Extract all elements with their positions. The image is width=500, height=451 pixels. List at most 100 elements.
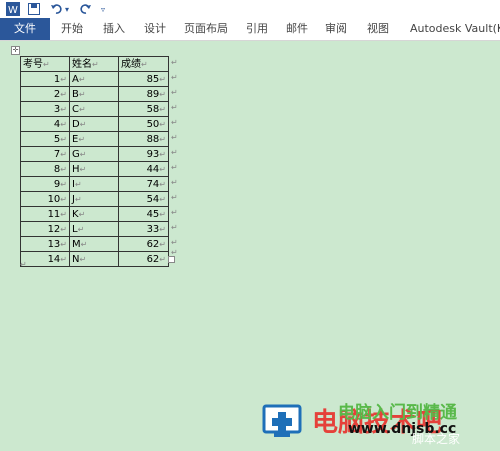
table-cell[interactable]: L↵ bbox=[69, 221, 119, 237]
table-row: 14↵ N↵ 62↵ bbox=[20, 251, 169, 267]
table-cell[interactable]: 7↵ bbox=[20, 146, 70, 162]
computer-logo-icon bbox=[262, 404, 302, 437]
table-cell[interactable]: C↵ bbox=[69, 101, 119, 117]
table-cell[interactable]: 13↵ bbox=[20, 236, 70, 252]
table-cell[interactable]: 54↵ bbox=[118, 191, 169, 207]
table-cell[interactable]: G↵ bbox=[69, 146, 119, 162]
tab-autodesk-vault[interactable]: Autodesk Vault(K) bbox=[410, 18, 500, 40]
table-cell[interactable]: K↵ bbox=[69, 206, 119, 222]
table-cell[interactable]: 88↵ bbox=[118, 131, 169, 147]
table-cell[interactable]: 10↵ bbox=[20, 191, 70, 207]
row-end-mark: ↵ bbox=[171, 248, 178, 257]
table-cell[interactable]: 58↵ bbox=[118, 101, 169, 117]
cell-end-mark: ↵ bbox=[159, 89, 166, 99]
table-cell[interactable]: 89↵ bbox=[118, 86, 169, 102]
redo-icon[interactable] bbox=[79, 1, 93, 17]
table-row: 2↵ B↵ 89↵ bbox=[20, 86, 169, 102]
cell-end-mark: ↵ bbox=[60, 149, 67, 159]
cell-end-mark: ↵ bbox=[159, 254, 166, 264]
cell-end-mark: ↵ bbox=[159, 104, 166, 114]
cell-end-mark: ↵ bbox=[43, 59, 50, 69]
table-cell[interactable]: 11↵ bbox=[20, 206, 70, 222]
save-icon[interactable] bbox=[27, 1, 41, 17]
cell-end-mark: ↵ bbox=[78, 134, 86, 144]
cell-end-mark: ↵ bbox=[77, 224, 85, 234]
table-cell[interactable]: B↵ bbox=[69, 86, 119, 102]
quick-access-toolbar: W ▾ ▿ bbox=[0, 0, 500, 18]
cell-end-mark: ↵ bbox=[60, 164, 67, 174]
table-cell[interactable]: H↵ bbox=[69, 161, 119, 177]
table-move-handle[interactable]: ✛ bbox=[11, 46, 20, 55]
tab-home[interactable]: 开始 bbox=[61, 18, 83, 40]
table-cell[interactable]: M↵ bbox=[69, 236, 119, 252]
cell-value: 62 bbox=[146, 253, 160, 265]
tab-insert[interactable]: 插入 bbox=[103, 18, 125, 40]
table-cell[interactable]: 14↵ bbox=[20, 251, 70, 267]
cell-end-mark: ↵ bbox=[159, 224, 166, 234]
tab-file[interactable]: 文件 bbox=[0, 18, 50, 40]
paragraph-mark: ↵ bbox=[20, 260, 27, 269]
table-row: 12↵ L↵ 33↵ bbox=[20, 221, 169, 237]
row-end-mark: ↵ bbox=[171, 238, 178, 247]
table-cell[interactable]: 33↵ bbox=[118, 221, 169, 237]
header-label: 考号 bbox=[23, 58, 43, 70]
cell-end-mark: ↵ bbox=[159, 179, 166, 189]
tab-references[interactable]: 引用 bbox=[246, 18, 268, 40]
tab-view[interactable]: 视图 bbox=[367, 18, 389, 40]
table-cell[interactable]: 74↵ bbox=[118, 176, 169, 192]
table-cell[interactable]: 62↵ bbox=[118, 236, 169, 252]
table-cell[interactable]: 93↵ bbox=[118, 146, 169, 162]
table-row: 8↵ H↵ 44↵ bbox=[20, 161, 169, 177]
table-resize-handle[interactable] bbox=[168, 256, 175, 263]
table-cell[interactable]: 9↵ bbox=[20, 176, 70, 192]
cell-value: D bbox=[72, 118, 80, 130]
cell-end-mark: ↵ bbox=[60, 179, 67, 189]
table-header-cell[interactable]: 成绩↵ bbox=[118, 56, 169, 72]
customize-icon[interactable]: ▿ bbox=[99, 1, 107, 17]
table-cell[interactable]: 44↵ bbox=[118, 161, 169, 177]
table-header-cell[interactable]: 姓名↵ bbox=[69, 56, 119, 72]
table-cell[interactable]: 3↵ bbox=[20, 101, 70, 117]
cell-end-mark: ↵ bbox=[60, 119, 67, 129]
table-cell[interactable]: I↵ bbox=[69, 176, 119, 192]
cell-value: 58 bbox=[146, 103, 160, 115]
cell-end-mark: ↵ bbox=[159, 149, 166, 159]
row-end-mark: ↵ bbox=[171, 193, 178, 202]
table-header-cell[interactable]: 考号↵ bbox=[20, 56, 70, 72]
table-cell[interactable]: 45↵ bbox=[118, 206, 169, 222]
cell-end-mark: ↵ bbox=[60, 224, 67, 234]
table-cell[interactable]: 85↵ bbox=[118, 71, 169, 87]
svg-text:W: W bbox=[8, 5, 18, 16]
table-cell[interactable]: A↵ bbox=[69, 71, 119, 87]
table-cell[interactable]: 4↵ bbox=[20, 116, 70, 132]
table-cell[interactable]: 62↵ bbox=[118, 251, 169, 267]
table-row: 13↵ M↵ 62↵ bbox=[20, 236, 169, 252]
undo-dropdown-icon[interactable]: ▾ bbox=[63, 1, 71, 17]
cell-value: B bbox=[72, 88, 79, 100]
table-cell[interactable]: E↵ bbox=[69, 131, 119, 147]
table-cell[interactable]: D↵ bbox=[69, 116, 119, 132]
word-logo-icon[interactable]: W bbox=[6, 1, 20, 17]
row-end-mark: ↵ bbox=[171, 103, 178, 112]
cell-end-mark: ↵ bbox=[74, 194, 82, 204]
tab-page-layout[interactable]: 页面布局 bbox=[184, 18, 228, 40]
table-cell[interactable]: J↵ bbox=[69, 191, 119, 207]
table-cell[interactable]: 1↵ bbox=[20, 71, 70, 87]
cell-end-mark: ↵ bbox=[60, 194, 67, 204]
table-cell[interactable]: N↵ bbox=[69, 251, 119, 267]
tab-review[interactable]: 审阅 bbox=[325, 18, 347, 40]
cell-end-mark: ↵ bbox=[60, 104, 67, 114]
table-cell[interactable]: 12↵ bbox=[20, 221, 70, 237]
table-cell[interactable]: 5↵ bbox=[20, 131, 70, 147]
tab-mailings[interactable]: 邮件 bbox=[286, 18, 308, 40]
table-cell[interactable]: 8↵ bbox=[20, 161, 70, 177]
cell-end-mark: ↵ bbox=[159, 194, 166, 204]
cell-value: A bbox=[72, 73, 79, 85]
table-cell[interactable]: 2↵ bbox=[20, 86, 70, 102]
undo-icon[interactable] bbox=[49, 1, 63, 17]
tab-design[interactable]: 设计 bbox=[144, 18, 166, 40]
cell-end-mark: ↵ bbox=[159, 74, 166, 84]
score-table[interactable]: 考号↵ 姓名↵ 成绩↵ 1↵ A↵ 85↵ 2↵ B↵ 89↵ 3↵ C↵ 58… bbox=[20, 56, 169, 267]
row-end-mark: ↵ bbox=[171, 208, 178, 217]
table-cell[interactable]: 50↵ bbox=[118, 116, 169, 132]
